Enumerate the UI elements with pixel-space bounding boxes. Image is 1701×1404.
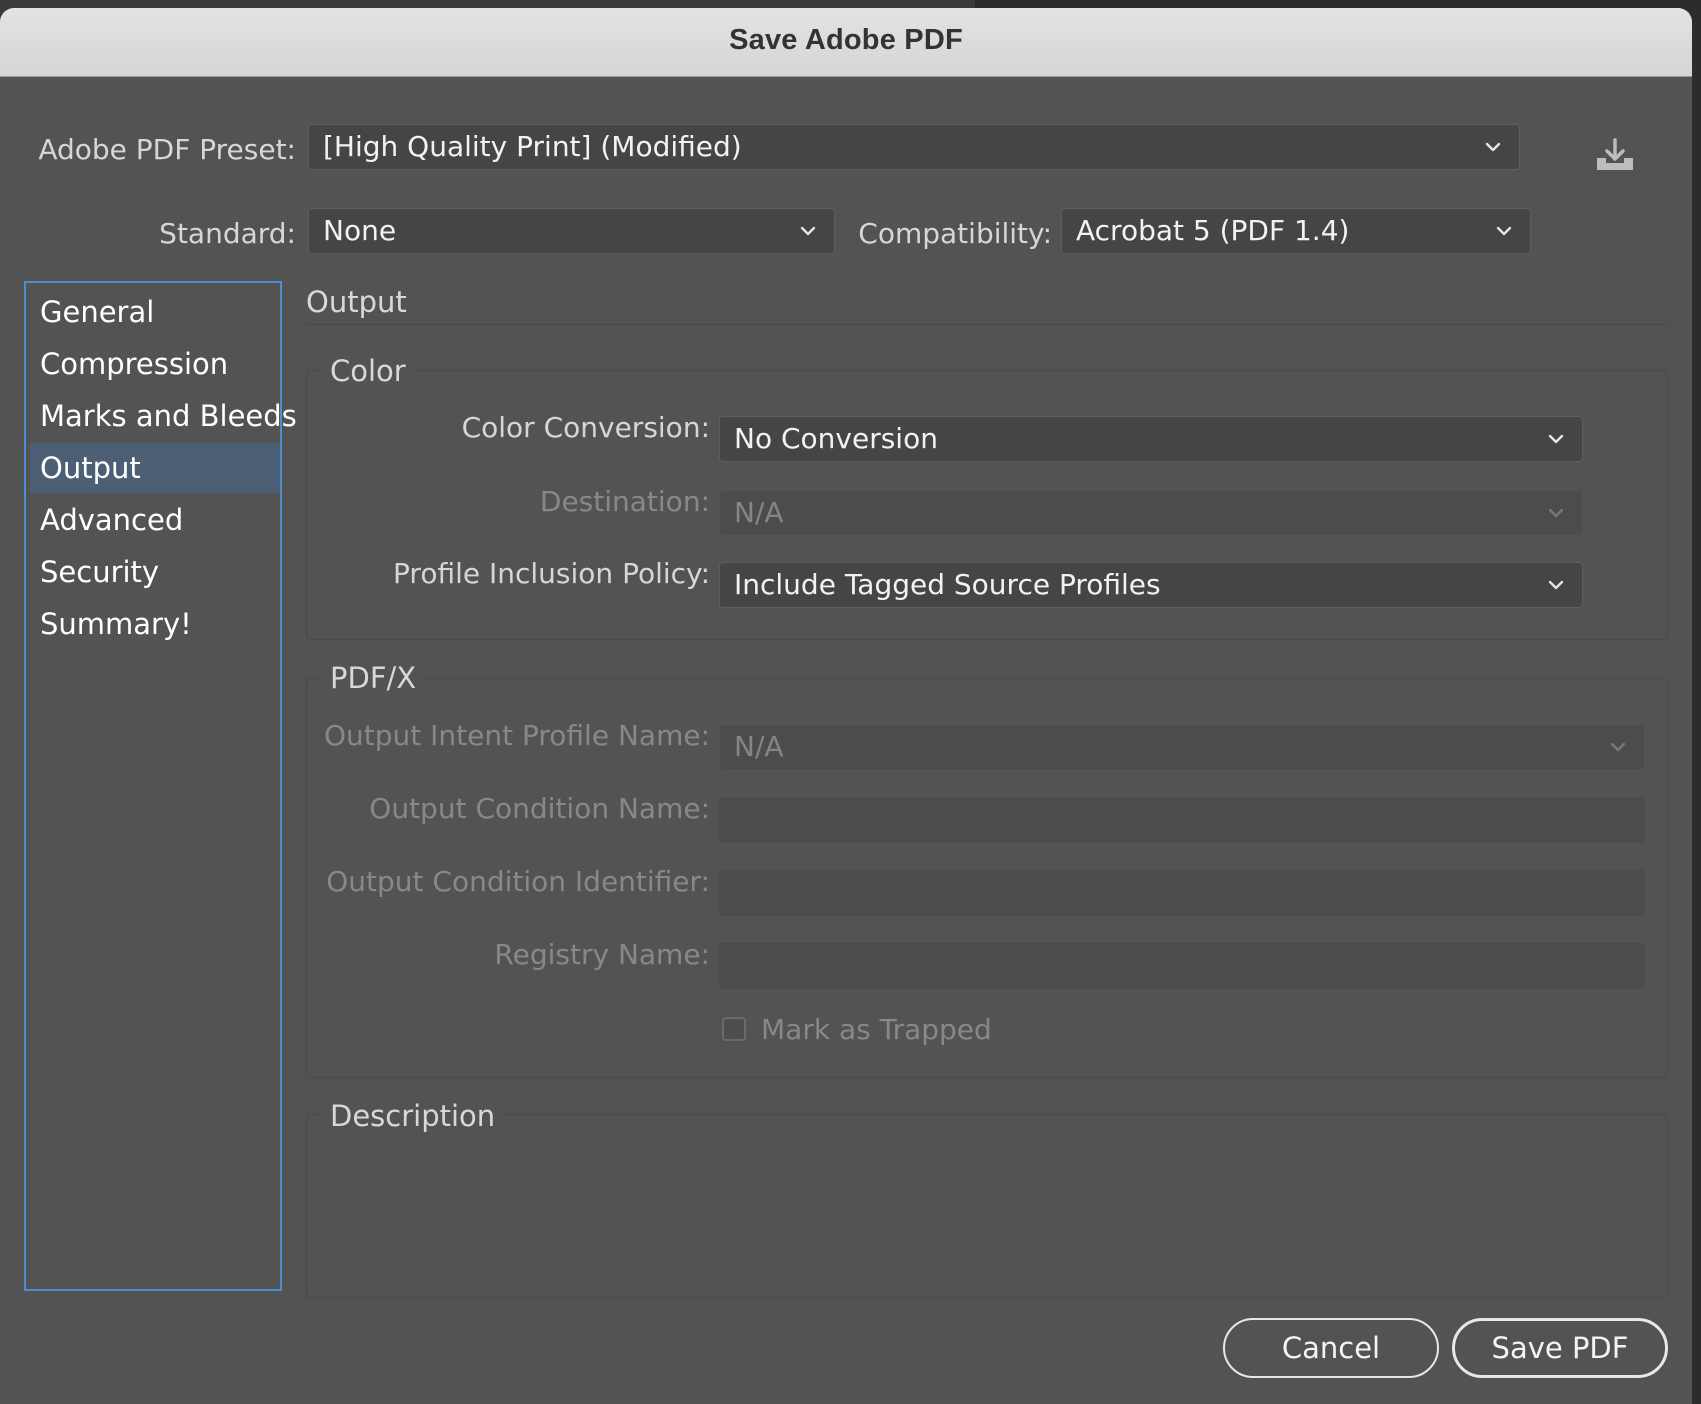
compatibility-label: Compatibility: xyxy=(858,217,1052,250)
output-intent-value: N/A xyxy=(734,730,784,763)
chevron-down-icon xyxy=(1548,508,1564,518)
dialog-title: Save Adobe PDF xyxy=(729,24,963,56)
preset-value: [High Quality Print] (Modified) xyxy=(323,130,742,163)
compatibility-value: Acrobat 5 (PDF 1.4) xyxy=(1076,214,1350,247)
profile-inclusion-value: Include Tagged Source Profiles xyxy=(734,568,1161,601)
standard-value: None xyxy=(323,214,397,247)
cancel-button[interactable]: Cancel xyxy=(1223,1318,1439,1378)
sidebar-item-output[interactable]: Output xyxy=(30,443,280,493)
pdfx-group-title: PDF/X xyxy=(324,658,423,698)
mark-as-trapped-label: Mark as Trapped xyxy=(761,1013,992,1046)
sidebar-item-summary[interactable]: Summary! xyxy=(30,599,280,649)
registry-name-field xyxy=(719,943,1645,989)
profile-inclusion-label: Profile Inclusion Policy: xyxy=(393,557,710,590)
sidebar-item-compression[interactable]: Compression xyxy=(30,339,280,389)
description-text xyxy=(330,1154,1640,1284)
panel-title: Output xyxy=(306,285,407,319)
category-list[interactable]: General Compression Marks and Bleeds Out… xyxy=(24,281,297,1291)
mark-as-trapped-checkbox xyxy=(722,1017,746,1041)
color-conversion-value: No Conversion xyxy=(734,422,938,455)
chevron-down-icon xyxy=(1548,434,1564,444)
output-intent-select: N/A xyxy=(719,724,1645,770)
output-condition-name-field xyxy=(719,797,1645,843)
title-bar[interactable]: Save Adobe PDF xyxy=(0,8,1692,77)
chevron-down-icon xyxy=(1610,742,1626,752)
sidebar-item-advanced[interactable]: Advanced xyxy=(30,495,280,545)
compatibility-select[interactable]: Acrobat 5 (PDF 1.4) xyxy=(1061,208,1531,254)
destination-select: N/A xyxy=(719,490,1583,536)
save-pdf-button[interactable]: Save PDF xyxy=(1452,1318,1668,1378)
registry-name-label: Registry Name: xyxy=(494,938,710,971)
preset-label: Adobe PDF Preset: xyxy=(38,133,296,166)
standard-select[interactable]: None xyxy=(308,208,835,254)
standard-label: Standard: xyxy=(159,217,296,250)
chevron-down-icon xyxy=(800,226,816,236)
sidebar-item-general[interactable]: General xyxy=(30,287,280,337)
chevron-down-icon xyxy=(1496,226,1512,236)
destination-value: N/A xyxy=(734,496,784,529)
save-adobe-pdf-dialog: Save Adobe PDF Adobe PDF Preset: [High Q… xyxy=(0,8,1692,1404)
output-condition-name-label: Output Condition Name: xyxy=(369,792,710,825)
output-condition-identifier-field xyxy=(719,870,1645,916)
color-conversion-label: Color Conversion: xyxy=(461,411,710,444)
sidebar-item-marks-and-bleeds[interactable]: Marks and Bleeds xyxy=(30,391,297,441)
save-preset-button[interactable] xyxy=(1590,132,1640,182)
sidebar-item-security[interactable]: Security xyxy=(30,547,280,597)
preset-select[interactable]: [High Quality Print] (Modified) xyxy=(308,124,1520,170)
destination-label: Destination: xyxy=(539,485,710,518)
panel-title-divider xyxy=(306,324,1668,325)
description-group-title: Description xyxy=(324,1096,502,1136)
color-group-title: Color xyxy=(324,351,412,391)
chevron-down-icon xyxy=(1548,580,1564,590)
color-conversion-select[interactable]: No Conversion xyxy=(719,416,1583,462)
download-tray-icon xyxy=(1597,138,1633,170)
profile-inclusion-select[interactable]: Include Tagged Source Profiles xyxy=(719,562,1583,608)
output-intent-label: Output Intent Profile Name: xyxy=(324,719,710,752)
output-condition-identifier-label: Output Condition Identifier: xyxy=(326,865,710,898)
chevron-down-icon xyxy=(1485,142,1501,152)
